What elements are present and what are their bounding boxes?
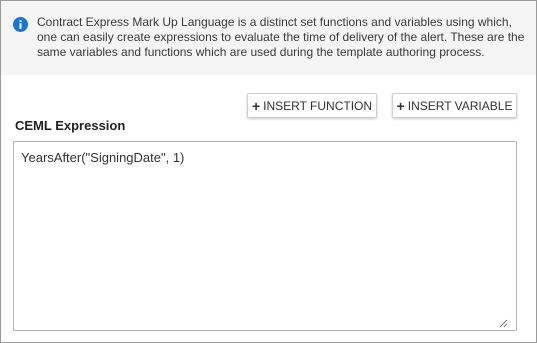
ceml-expression-label: CEML Expression	[15, 118, 126, 133]
info-text: Contract Express Mark Up Language is a d…	[37, 15, 525, 59]
plus-icon: +	[396, 97, 405, 114]
insert-variable-button[interactable]: + INSERT VARIABLE	[392, 93, 517, 118]
info-icon	[13, 17, 28, 32]
insert-function-button[interactable]: + INSERT FUNCTION	[247, 93, 377, 118]
ceml-expression-input[interactable]: YearsAfter("SigningDate", 1)	[13, 141, 517, 331]
resize-grip-icon[interactable]	[499, 319, 508, 328]
ceml-panel: Contract Express Mark Up Language is a d…	[0, 0, 537, 343]
insert-variable-label: INSERT VARIABLE	[407, 98, 513, 113]
insert-function-label: INSERT FUNCTION	[263, 98, 373, 113]
info-banner: Contract Express Mark Up Language is a d…	[1, 1, 536, 75]
plus-icon: +	[251, 97, 261, 114]
